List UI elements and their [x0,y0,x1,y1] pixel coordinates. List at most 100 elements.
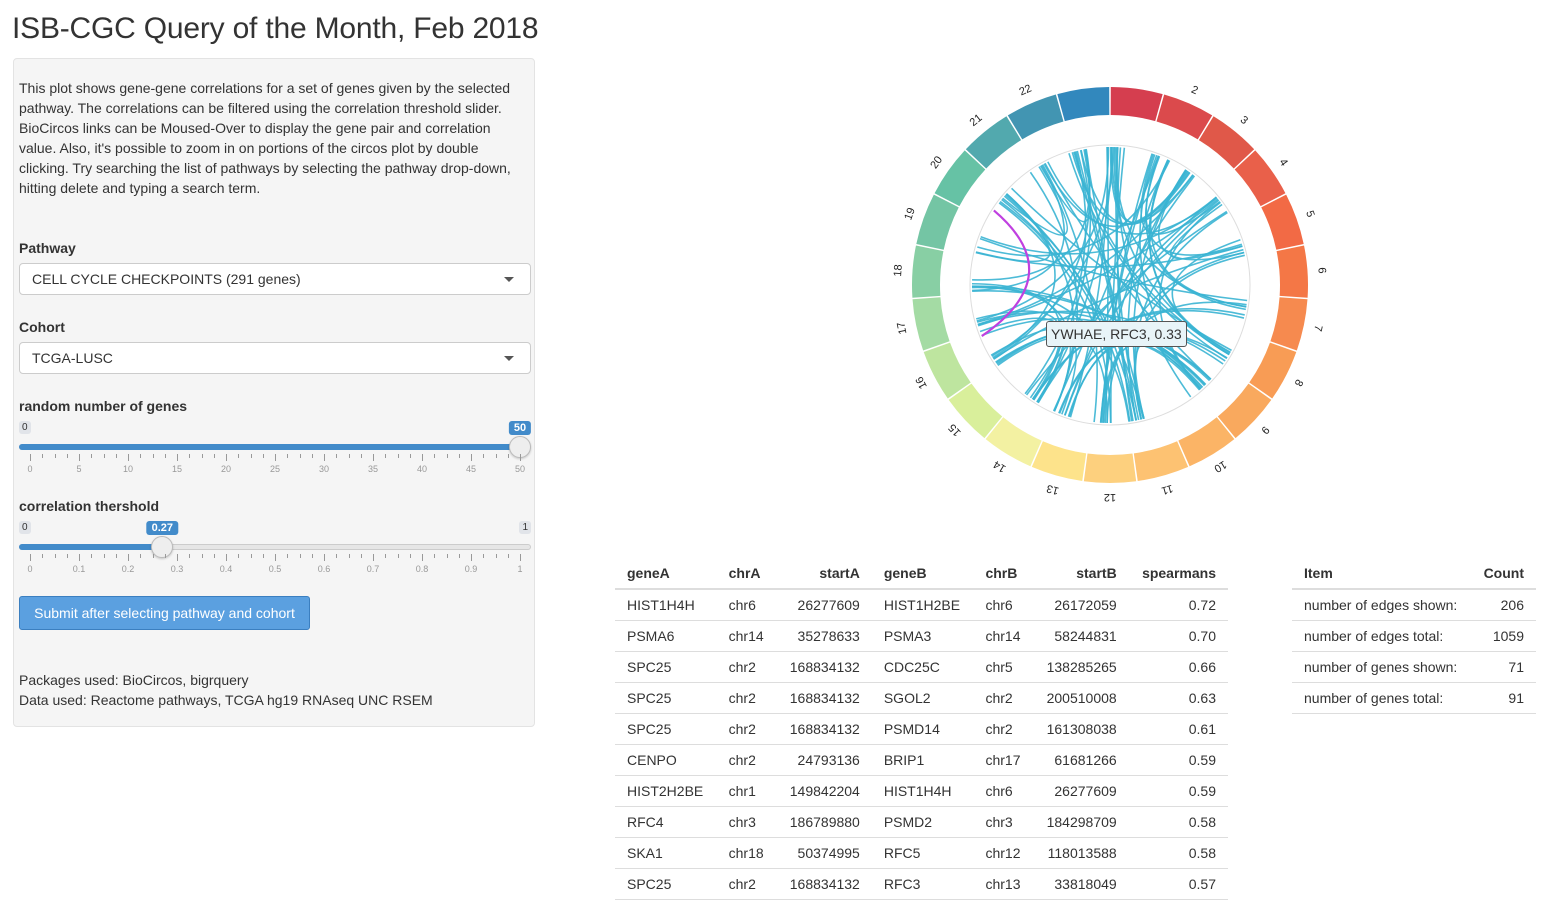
slider-tick [446,554,448,558]
slider-tick [250,454,252,458]
column-header[interactable]: geneA [615,557,717,590]
table-cell: chr14 [973,620,1034,652]
chromosome-segment[interactable] [1261,194,1304,250]
chromosome-segment[interactable] [1110,87,1163,122]
table-body: number of edges shown: 206 number of edges… [1292,589,1536,714]
pathway-select[interactable]: CELL CYCLE CHECKPOINTS (291 genes) [19,263,531,295]
slider-min-label: 0 [19,521,31,534]
slider-tick [213,454,215,458]
slider-tick-label: 0.2 [121,564,135,574]
table-cell: CENPO [615,744,717,776]
table-cell: SPC25 [615,713,717,745]
slider-tick-label: 0.7 [366,564,380,574]
table-cell: number of genes shown: [1292,651,1471,683]
genes-slider[interactable]: 0 50 50 05101520253035404550 [19,421,532,481]
data-text: Data used: Reactome pathways, TCGA hg19 … [19,692,433,708]
slider-tick [495,554,497,558]
slider-tick [471,554,472,561]
slider-tick [226,554,227,561]
chromosome-segment[interactable] [1057,87,1110,122]
column-header[interactable]: Count [1470,557,1536,590]
slider-tick [360,454,362,458]
slider-tick [201,554,203,558]
chromosome-label: 13 [1045,482,1060,497]
table-cell: HIST1H2BE [871,589,974,621]
slider-tick [164,454,166,458]
correlation-slider[interactable]: 0 1 0.27 0 0.1 0.2 0.3 0.4 0.5 0.6 0.7 0.8 0.9 1 [19,521,531,581]
slider-tick-label: 15 [171,464,183,474]
column-header[interactable]: chrB [973,557,1034,590]
circos-plot[interactable]: 12345678910111213141516171819202122X [860,80,1360,540]
slider-tick [91,554,93,558]
genes-slider-label: random number of genes [19,398,188,414]
slider-tick-label: 20 [220,464,232,474]
table-cell: 0.72 [1128,589,1228,621]
chromosome-segment[interactable] [1031,441,1087,482]
circos-links[interactable] [969,144,1251,426]
slider-tick [128,554,129,561]
slider-tick [177,454,178,461]
slider-tick [42,454,44,458]
table-cell: 168834132 [776,713,872,745]
table-cell: 0.66 [1128,651,1228,683]
sidebar-panel: This plot shows gene-gene correlations f… [13,58,535,727]
cohort-select[interactable]: TCGA-LUSC [19,342,531,374]
chromosome-segment[interactable] [912,297,950,351]
column-header[interactable]: chrA [716,557,777,590]
submit-button[interactable]: Submit after selecting pathway and cohor… [19,596,310,630]
table-cell: chr1 [716,775,777,807]
table-cell: 91 [1470,682,1536,714]
slider-tick [103,554,105,558]
table-cell: chr3 [716,806,777,838]
chromosome-segment[interactable] [1276,245,1308,298]
slider-tick [152,554,154,558]
slider-tick [177,554,178,561]
chromosome-label: 17 [895,321,909,335]
slider-tick [336,454,338,458]
table-cell: 26277609 [776,589,872,621]
chromosome-segment[interactable] [912,245,944,298]
slider-tick [299,554,301,558]
pathway-selected-value: CELL CYCLE CHECKPOINTS (291 genes) [32,271,301,287]
corr-slider-label: correlation thershold [19,498,160,514]
table-cell: CDC25C [871,651,974,683]
column-header[interactable]: spearmans [1128,557,1228,590]
table-cell: HIST1H4H [615,589,717,621]
table-row: RFC4 chr3 186789880 PSMD2 chr3 184298709 0.58 [615,806,1228,838]
description-text: This plot shows gene-gene correlations f… [19,80,511,196]
column-header[interactable]: Item [1292,557,1471,590]
slider-min-label: 0 [19,421,31,434]
slider-tick [495,454,497,458]
chromosome-label: 12 [1104,491,1116,503]
slider-tick [152,454,154,458]
slider-tick [54,554,56,558]
table-cell: 200510008 [1033,682,1129,714]
slider-tick [507,454,509,458]
column-header[interactable]: startA [776,557,872,590]
column-header[interactable]: startB [1033,557,1129,590]
slider-tick [385,554,387,558]
chromosome-segment[interactable] [1133,441,1189,482]
table-cell: 0.57 [1128,868,1228,900]
chromosome-label: 7 [1311,324,1324,332]
column-header[interactable]: geneB [871,557,974,590]
table-row: SPC25 chr2 168834132 PSMD14 chr2 161308038 0.6… [615,713,1228,745]
table-cell: SGOL2 [871,682,974,714]
slider-tick [115,454,117,458]
chromosome-label: 10 [1212,458,1229,475]
table-row: number of genes total: 91 [1292,682,1536,714]
table-cell: HIST2H2BE [615,775,717,807]
table-cell: 58244831 [1033,620,1129,652]
slider-tick [311,554,313,558]
chromosome-segment[interactable] [1083,453,1137,484]
slider-handle[interactable] [151,536,174,558]
slider-tick [164,554,166,558]
chromosome-segment[interactable] [1270,297,1308,351]
table-cell: 0.58 [1128,806,1228,838]
chromosome-label: 16 [914,374,930,390]
slider-tick [226,454,227,461]
chromosome-label: 19 [902,206,917,222]
slider-tick [66,554,68,558]
chromosome-segment[interactable] [916,194,959,250]
slider-tick [348,454,350,458]
